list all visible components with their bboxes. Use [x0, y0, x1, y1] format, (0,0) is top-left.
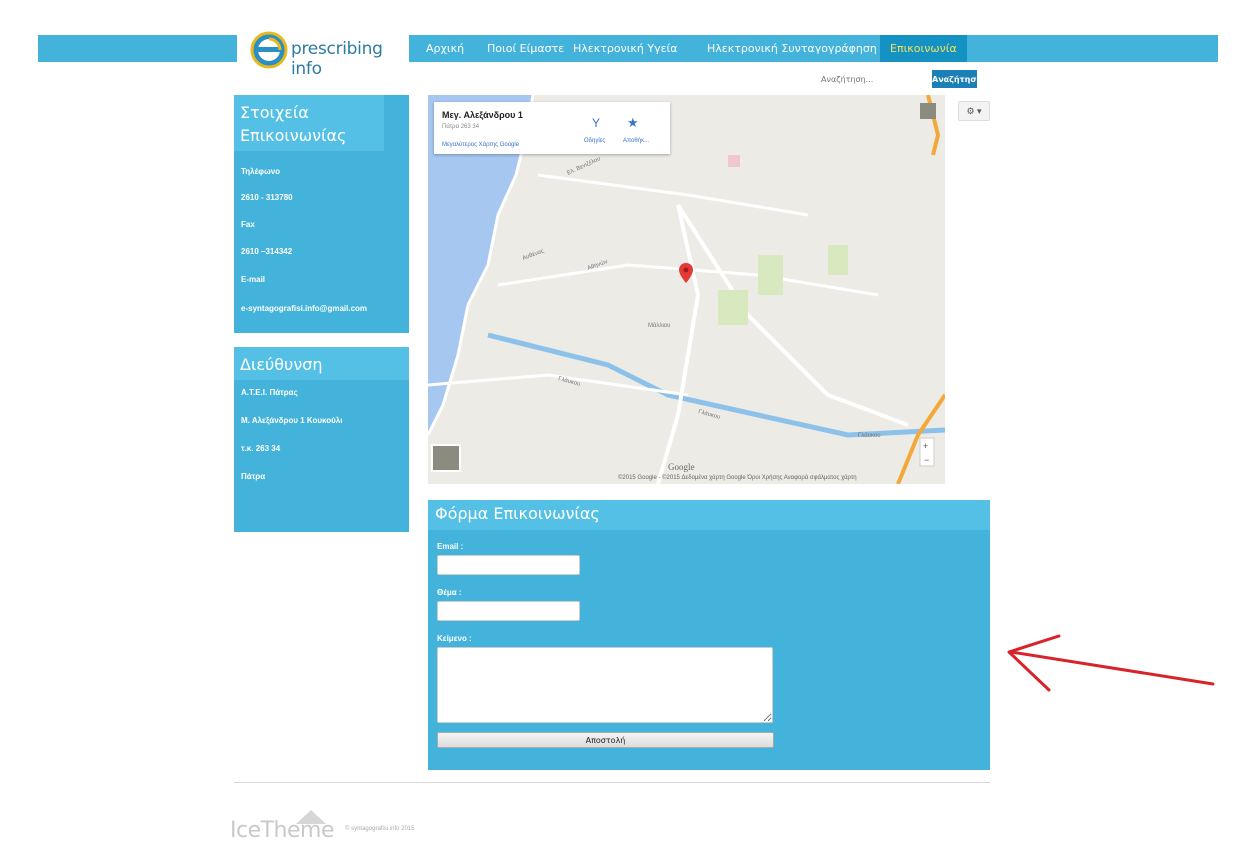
nav-about[interactable]: Ποιοί Είμαστε: [487, 35, 564, 62]
map-marker-icon[interactable]: [679, 263, 693, 283]
save-link[interactable]: Αποθήκ...: [623, 138, 649, 144]
message-field-label: Κείμενο :: [437, 634, 472, 643]
address-line-institution: Α.Τ.Ε.Ι. Πάτρας: [241, 388, 298, 397]
search-button[interactable]: Αναζήτηση: [932, 70, 982, 88]
svg-text:Μάλλιου: Μάλλιου: [648, 322, 670, 329]
contact-panel-title: Στοιχεία Επικοινωνίας: [234, 95, 384, 151]
svg-text:Γλάυκου: Γλάυκου: [858, 432, 881, 439]
save-star-icon[interactable]: ★: [627, 115, 639, 131]
contact-form-title: Φόρμα Επικοινωνίας: [428, 500, 990, 530]
email-label: E-mail: [241, 275, 266, 284]
search-input[interactable]: [817, 70, 927, 88]
map-info-card: Μεγ. Αλεξάνδρου 1 Πάτρα 263 34 Μεγαλύτερ…: [434, 102, 670, 154]
address-line-city: Πάτρα: [241, 472, 266, 481]
map-settings-gear-icon[interactable]: ⚙ ▾: [958, 101, 990, 121]
directions-link[interactable]: Οδηγίες: [584, 138, 605, 144]
email-field[interactable]: [437, 555, 580, 575]
map-card-postcode: Πάτρα 263 34: [442, 124, 480, 130]
map-card-address: Μεγ. Αλεξάνδρου 1: [442, 110, 523, 120]
nav-contact[interactable]: Επικοινωνία: [880, 35, 967, 62]
email-field-label: Email :: [437, 542, 464, 551]
nav-ehealth[interactable]: Ηλεκτρονική Υγεία: [573, 35, 678, 62]
contact-details-panel: Στοιχεία Επικοινωνίας Τηλέφωνο 2610 - 31…: [234, 95, 409, 333]
nav-home[interactable]: Αρχική: [426, 35, 464, 62]
address-panel-title: Διεύθυνση: [234, 347, 409, 380]
svg-text:−: −: [924, 455, 929, 465]
address-line-street: Μ. Αλεξάνδρου 1 Κουκούλι: [241, 416, 343, 425]
larger-map-link[interactable]: Μεγαλύτερος Χάρτης Google: [442, 142, 519, 148]
red-arrow-annotation: [1007, 634, 1215, 692]
fax-value: 2610 –314342: [241, 247, 293, 256]
footer-copyright: © syntagografisi.info 2015: [345, 826, 415, 832]
site-logo[interactable]: prescribing info: [237, 28, 409, 79]
subject-field-label: Θέμα :: [437, 588, 462, 597]
phone-label: Τηλέφωνο: [241, 167, 281, 176]
logo-globe-icon: [250, 31, 288, 69]
map-attribution: ©2015 Google - ©2015 Δεδομένα χάρτη Goog…: [618, 475, 857, 481]
subject-field[interactable]: [437, 601, 580, 621]
send-button[interactable]: Αποστολή: [437, 732, 774, 748]
footer-icetheme-logo[interactable]: IceTheme: [230, 818, 335, 843]
footer-divider: [234, 782, 990, 783]
phone-value: 2610 - 313780: [241, 193, 293, 202]
directions-icon[interactable]: Y: [592, 116, 600, 130]
svg-text:Google: Google: [668, 462, 695, 472]
svg-text:+: +: [923, 441, 928, 451]
nav-eprescription[interactable]: Ηλεκτρονική Συνταγογράφηση: [707, 35, 877, 62]
contact-form-panel: Φόρμα Επικοινωνίας Email : Θέμα : Κείμεν…: [428, 500, 990, 770]
brand-name: prescribing info: [291, 39, 383, 79]
google-map[interactable]: Ελ. Βενιζέλου Αυθένας Αθηνών Μάλλιου Γλά…: [428, 95, 945, 484]
message-textarea[interactable]: [437, 647, 773, 723]
address-line-postcode: τ.κ. 263 34: [241, 444, 281, 453]
fax-label: Fax: [241, 220, 255, 229]
address-panel: Διεύθυνση Α.Τ.Ε.Ι. Πάτρας Μ. Αλεξάνδρου …: [234, 347, 409, 532]
email-value: e-syntagografisi.info@gmail.com: [241, 304, 368, 313]
